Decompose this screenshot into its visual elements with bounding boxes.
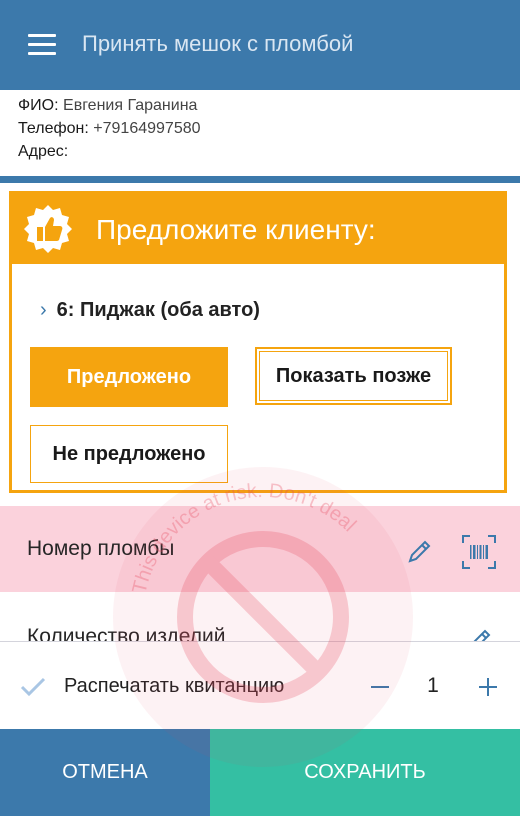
quantity-field[interactable]: Количество изделий [0, 592, 520, 642]
offered-button[interactable]: Предложено [30, 347, 228, 407]
print-count: 1 [427, 674, 439, 697]
save-button[interactable]: СОХРАНИТЬ [210, 729, 520, 816]
show-later-button[interactable]: Показать позже [255, 347, 452, 405]
check-icon[interactable] [20, 677, 46, 697]
offer-item[interactable]: › 6: Пиджак (оба авто) [40, 299, 260, 322]
menu-icon[interactable] [28, 30, 56, 60]
client-address-row: Адрес: [18, 143, 68, 161]
page-title: Принять мешок с пломбой [82, 31, 354, 56]
section-divider [0, 176, 520, 183]
print-receipt-label: Распечатать квитанцию [64, 675, 285, 697]
chevron-right-icon: › [40, 299, 47, 321]
client-info: ФИО: Евгения Гаранина Телефон: +79164997… [0, 90, 520, 176]
client-phone-value: +79164997580 [93, 120, 201, 137]
barcode-scan-icon[interactable] [462, 535, 496, 569]
minus-icon[interactable] [368, 675, 392, 699]
edit-pencil-icon[interactable] [466, 626, 494, 642]
client-phone-row: Телефон: +79164997580 [18, 120, 201, 138]
seal-number-field[interactable]: Номер пломбы [0, 506, 520, 593]
client-name-row: ФИО: Евгения Гаранина [18, 97, 197, 115]
seal-number-label: Номер пломбы [27, 537, 175, 560]
offer-item-label: 6: Пиджак (оба авто) [56, 299, 260, 321]
print-receipt-row: Распечатать квитанцию 1 [0, 641, 520, 730]
app-bar: Принять мешок с пломбой [0, 0, 520, 90]
not-offered-button[interactable]: Не предложено [30, 425, 228, 483]
edit-pencil-icon[interactable] [406, 537, 434, 565]
offer-panel: Предложите клиенту: › 6: Пиджак (оба авто… [9, 191, 507, 493]
thumbs-up-badge-icon [24, 205, 72, 253]
client-phone-label: Телефон: [18, 120, 89, 137]
cancel-button[interactable]: ОТМЕНА [0, 729, 210, 816]
quantity-label: Количество изделий [27, 625, 226, 642]
client-name-label: ФИО: [18, 97, 59, 114]
plus-icon[interactable] [476, 675, 500, 699]
offer-header: Предложите клиенту: [12, 194, 504, 264]
client-address-label: Адрес: [18, 143, 69, 160]
client-name-value: Евгения Гаранина [63, 97, 198, 114]
offer-title: Предложите клиенту: [96, 214, 376, 245]
